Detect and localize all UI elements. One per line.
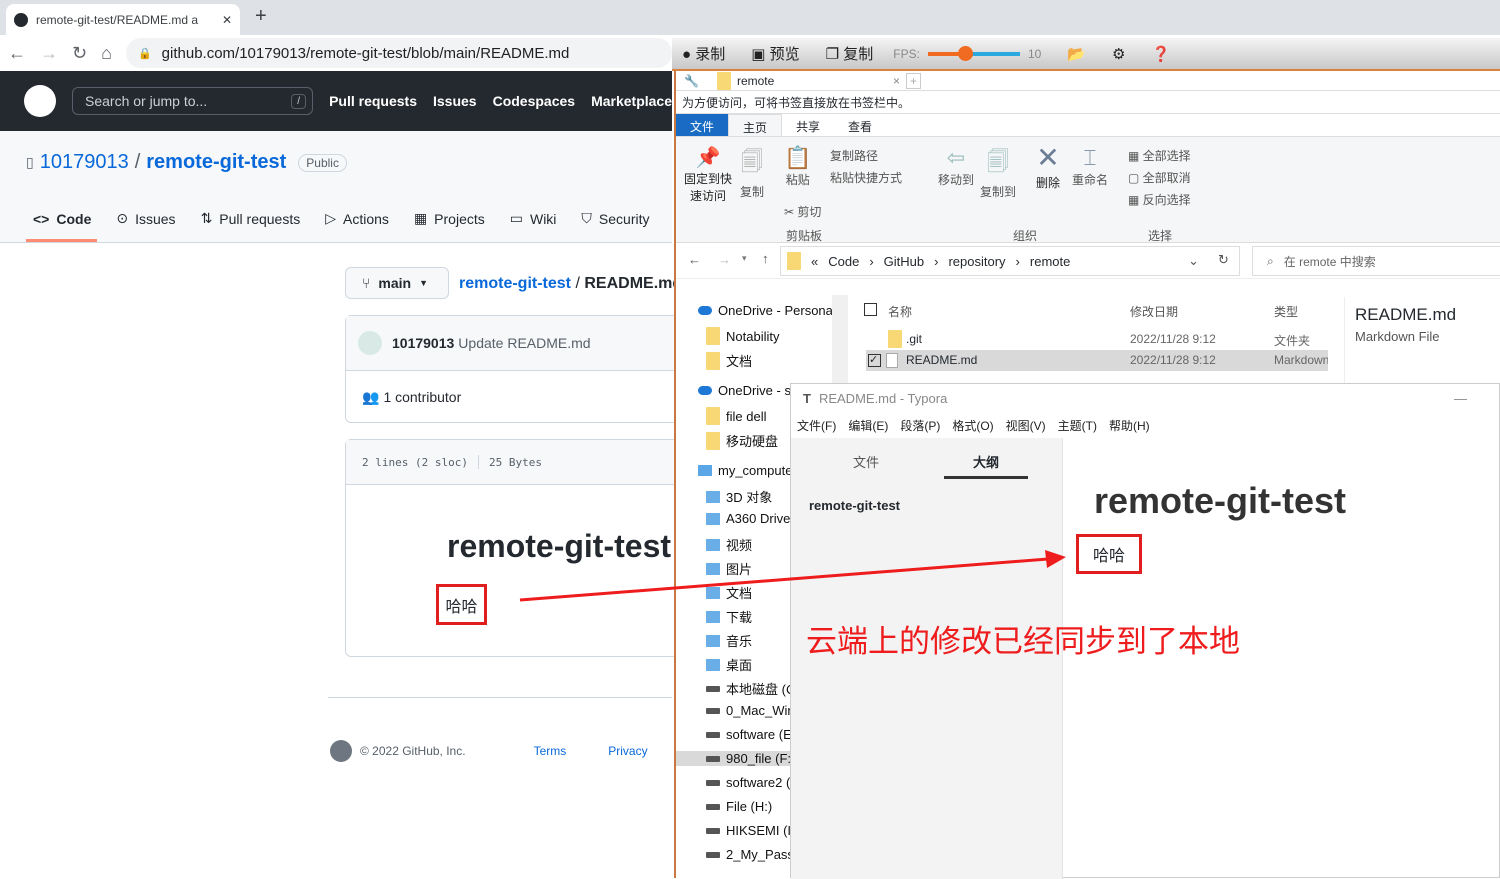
arrow-line [519,557,1049,602]
arrow-head [1045,550,1066,568]
annotation-text: 云端上的修改已经同步到了本地 [806,624,1240,659]
annotation-arrow [519,550,1066,602]
